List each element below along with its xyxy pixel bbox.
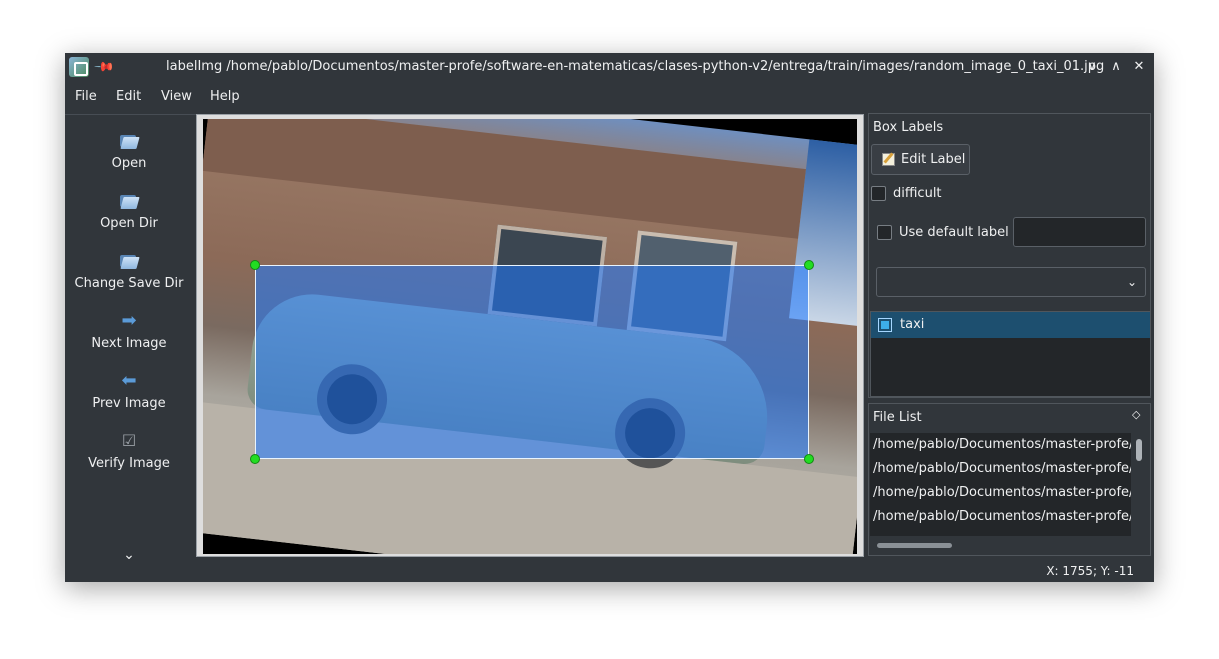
- pin-icon[interactable]: 📌: [92, 56, 115, 78]
- label-list-item[interactable]: taxi: [871, 312, 1150, 338]
- bounding-box-taxi[interactable]: [255, 265, 809, 459]
- file-list-dock: File List ◇ /home/pablo/Documentos/maste…: [868, 403, 1151, 556]
- use-default-label-checkbox[interactable]: [877, 225, 892, 240]
- folder-open-icon: [119, 251, 139, 271]
- file-list[interactable]: /home/pablo/Documentos/master-profe/s /h…: [870, 433, 1131, 536]
- maximize-icon[interactable]: ∧: [1107, 58, 1125, 76]
- arrow-right-icon: ➡: [121, 310, 137, 331]
- menu-edit[interactable]: Edit: [116, 89, 141, 105]
- use-default-label-label: Use default label: [899, 225, 1009, 240]
- folder-open-icon: [119, 131, 139, 151]
- difficult-label: difficult: [893, 186, 942, 201]
- file-list-item[interactable]: /home/pablo/Documentos/master-profe/s: [873, 433, 1131, 457]
- file-list-item[interactable]: /home/pablo/Documentos/master-profe/s: [873, 457, 1131, 481]
- file-list-item[interactable]: /home/pablo/Documentos/master-profe/s: [873, 481, 1131, 505]
- prev-image-label: Prev Image: [92, 396, 166, 411]
- folder-open-icon: [119, 191, 139, 211]
- horizontal-scrollbar[interactable]: [877, 543, 952, 548]
- window-title: labelImg /home/pablo/Documentos/master-p…: [166, 59, 1105, 74]
- checkbox-verify-icon: ☑: [121, 431, 137, 450]
- bbox-handle-top-right[interactable]: [804, 260, 814, 270]
- chevron-down-icon[interactable]: ⌄: [121, 547, 137, 563]
- next-image-button[interactable]: ➡ Next Image: [65, 311, 196, 367]
- difficult-checkbox[interactable]: [871, 186, 886, 201]
- prev-image-button[interactable]: ⬅ Prev Image: [65, 371, 196, 427]
- status-coords: X: 1755; Y: -11: [1046, 564, 1134, 578]
- app-icon[interactable]: [69, 57, 89, 77]
- labelimg-window: 📌 labelImg /home/pablo/Documentos/master…: [65, 53, 1154, 582]
- vertical-scrollbar[interactable]: [1136, 439, 1142, 461]
- open-button[interactable]: Open: [65, 131, 196, 187]
- image-canvas[interactable]: [196, 114, 864, 557]
- verify-image-button[interactable]: ☑ Verify Image: [65, 431, 196, 487]
- edit-label-button[interactable]: Edit Label: [871, 144, 970, 175]
- default-label-input[interactable]: [1013, 217, 1146, 247]
- float-icon[interactable]: ◇: [1132, 409, 1142, 420]
- bbox-handle-bottom-left[interactable]: [250, 454, 260, 464]
- menubar: File Edit View Help: [65, 82, 1154, 112]
- label-combo[interactable]: ⌄: [876, 267, 1146, 297]
- open-label: Open: [111, 156, 147, 171]
- change-save-dir-button[interactable]: Change Save Dir: [65, 251, 196, 307]
- label-list[interactable]: taxi: [870, 311, 1151, 397]
- toolbar: Open Open Dir Change Save Dir ➡ Next Ima…: [65, 114, 196, 582]
- bbox-handle-bottom-right[interactable]: [804, 454, 814, 464]
- edit-icon: [882, 153, 895, 166]
- edit-label-text: Edit Label: [901, 152, 966, 167]
- box-labels-dock: Box Labels Edit Label difficult Use defa…: [868, 113, 1151, 398]
- label-item-checkbox[interactable]: [878, 318, 892, 332]
- menu-view[interactable]: View: [161, 89, 192, 105]
- file-list-title: File List: [873, 410, 922, 425]
- menu-help[interactable]: Help: [210, 89, 240, 105]
- minimize-icon[interactable]: ∨: [1083, 58, 1101, 76]
- file-list-item[interactable]: /home/pablo/Documentos/master-profe/s: [873, 505, 1131, 529]
- box-labels-title: Box Labels: [873, 120, 944, 135]
- canvas-viewport: [203, 119, 857, 554]
- chevron-down-icon: ⌄: [1126, 275, 1138, 289]
- close-icon[interactable]: ✕: [1130, 58, 1148, 76]
- change-save-dir-label: Change Save Dir: [74, 276, 184, 291]
- arrow-left-icon: ⬅: [121, 370, 137, 391]
- menu-file[interactable]: File: [75, 89, 97, 105]
- next-image-label: Next Image: [91, 336, 167, 351]
- bbox-handle-top-left[interactable]: [250, 260, 260, 270]
- label-item-text: taxi: [900, 317, 925, 332]
- verify-image-label: Verify Image: [88, 456, 170, 471]
- open-dir-label: Open Dir: [100, 216, 158, 231]
- open-dir-button[interactable]: Open Dir: [65, 191, 196, 247]
- titlebar: 📌 labelImg /home/pablo/Documentos/master…: [65, 53, 1154, 82]
